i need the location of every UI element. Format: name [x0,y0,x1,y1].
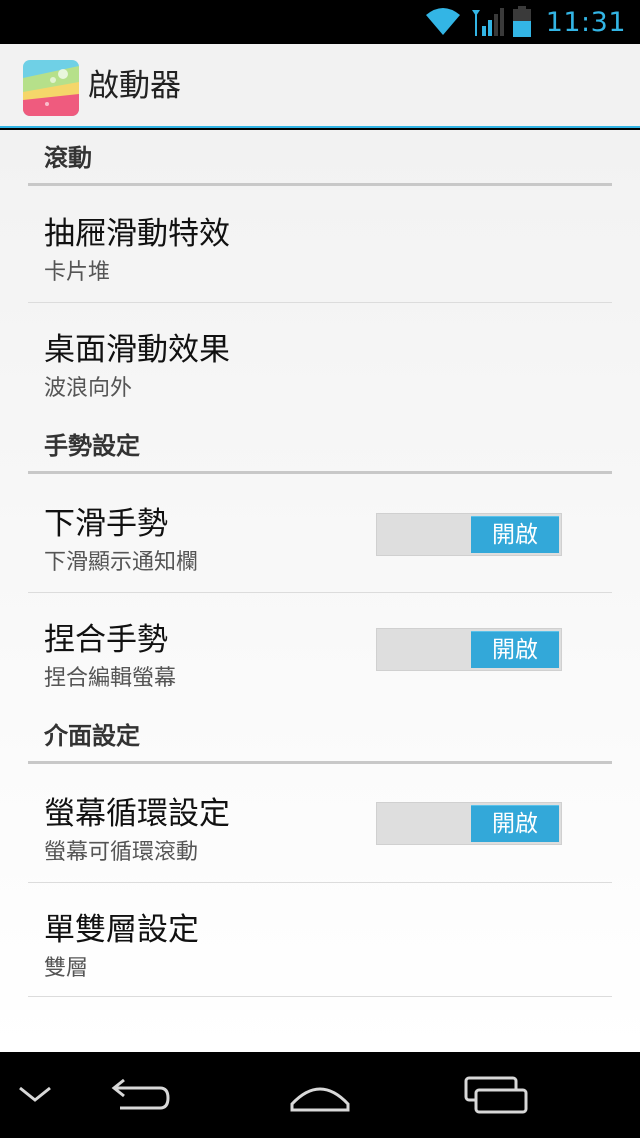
pref-drawer-effect[interactable]: 抽屜滑動特效 卡片堆 [28,192,612,302]
pref-summary: 下滑顯示通知欄 [44,550,199,575]
battery-icon [512,6,531,37]
category-title: 手勢設定 [44,432,140,460]
wifi-icon [425,8,460,35]
home-icon[interactable] [288,1076,352,1116]
category-gesture: 手勢設定 [28,416,612,474]
pref-summary: 波浪向外 [44,376,133,401]
pref-summary: 卡片堆 [44,260,111,285]
divider [28,592,612,593]
back-icon[interactable] [110,1074,172,1114]
pref-title: 螢幕循環設定 [44,796,230,832]
pref-title: 抽屜滑動特效 [44,216,230,252]
category-scroll: 滾動 [28,130,612,186]
pref-title: 下滑手勢 [44,506,168,542]
toggle-on-label: 開啟 [471,805,559,842]
recent-apps-icon[interactable] [462,1074,530,1116]
category-title: 滾動 [44,144,92,172]
pref-summary: 螢幕可循環滾動 [44,840,199,865]
pref-title: 捏合手勢 [44,622,168,658]
launcher-app-icon[interactable] [23,60,79,116]
divider [28,996,612,997]
navigation-bar [0,1052,640,1138]
hide-keyboard-icon[interactable] [16,1082,54,1106]
app-title: 啟動器 [88,68,181,104]
pref-title: 桌面滑動效果 [44,332,230,368]
action-bar: 啟動器 [0,44,640,128]
pref-summary: 捏合編輯螢幕 [44,666,177,691]
status-bar: 11:31 [0,0,640,44]
category-interface: 介面設定 [28,706,612,764]
category-title: 介面設定 [44,722,140,750]
loop-toggle[interactable]: 開啟 [376,802,562,845]
status-time: 11:31 [545,6,626,38]
swipe-down-toggle[interactable]: 開啟 [376,513,562,556]
divider [28,302,612,303]
status-icons: 11:31 [425,0,626,44]
pref-summary: 雙層 [44,956,89,981]
pref-desktop-effect[interactable]: 桌面滑動效果 波浪向外 [28,304,612,414]
settings-list[interactable]: 滾動 抽屜滑動特效 卡片堆 桌面滑動效果 波浪向外 手勢設定 下滑手勢 下滑顯示… [0,130,640,1052]
toggle-on-label: 開啟 [471,631,559,668]
pinch-toggle[interactable]: 開啟 [376,628,562,671]
pref-layers[interactable]: 單雙層設定 雙層 [28,884,612,996]
toggle-on-label: 開啟 [471,516,559,553]
pref-title: 單雙層設定 [44,912,199,948]
signal-icon [471,8,504,36]
divider [28,882,612,883]
